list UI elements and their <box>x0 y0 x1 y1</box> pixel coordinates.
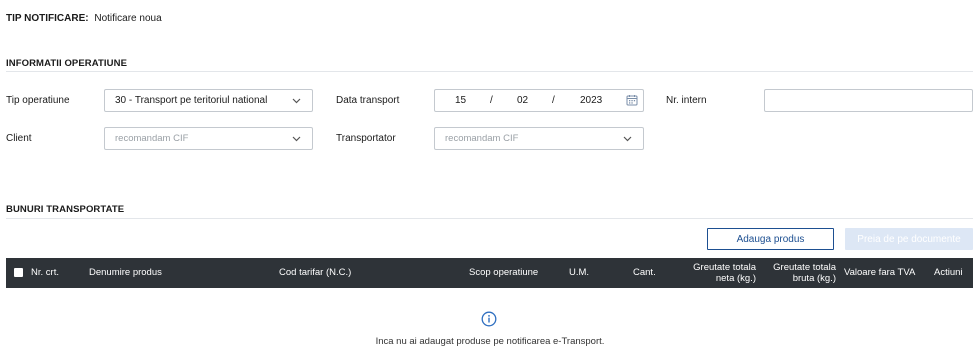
operation-type-value: 30 - Transport pe teritoriul national <box>115 95 268 106</box>
column-nr-crt[interactable]: Nr. crt. <box>31 267 59 278</box>
column-net-weight-line2: neta (kg.) <box>715 273 756 284</box>
column-quantity[interactable]: Cant. <box>633 267 656 278</box>
transport-date-input[interactable]: 15 / 02 / 2023 <box>434 89 644 112</box>
column-unit[interactable]: U.M. <box>569 267 589 278</box>
date-separator: / <box>552 95 555 106</box>
operation-type-select[interactable]: 30 - Transport pe teritoriul national <box>104 89 313 112</box>
goods-divider <box>6 218 973 219</box>
column-net-weight[interactable]: Greutate totala neta (kg.) <box>672 262 756 284</box>
add-product-button[interactable]: Adauga produs <box>707 228 834 250</box>
transport-date-label: Data transport <box>336 95 400 106</box>
chevron-down-icon <box>621 133 633 145</box>
column-tariff-code[interactable]: Cod tarifar (N.C.) <box>279 267 351 278</box>
client-placeholder: recomandam CIF <box>115 133 189 144</box>
column-actions: Actiuni <box>934 267 963 278</box>
internal-nr-label: Nr. intern <box>666 95 707 106</box>
column-gross-weight-line1: Greutate totala <box>773 262 836 273</box>
date-separator: / <box>490 95 493 106</box>
column-operation-scope[interactable]: Scop operatiune <box>469 267 538 278</box>
client-label: Client <box>6 133 32 144</box>
column-gross-weight[interactable]: Greutate totala bruta (kg.) <box>752 262 836 284</box>
column-net-weight-line1: Greutate totala <box>693 262 756 273</box>
transporter-placeholder: recomandam CIF <box>445 133 519 144</box>
chevron-down-icon <box>290 133 302 145</box>
products-table-header: Nr. crt. Denumire produs Cod tarifar (N.… <box>6 258 973 288</box>
transporter-select[interactable]: recomandam CIF <box>434 127 644 150</box>
chevron-down-icon <box>290 95 302 107</box>
import-from-documents-button[interactable]: Preia de pe documente <box>845 228 973 250</box>
date-year[interactable]: 2023 <box>580 95 602 106</box>
transporter-label: Transportator <box>336 133 396 144</box>
empty-products-message: Inca nu ai adaugat produse pe notificare… <box>375 336 605 347</box>
date-month[interactable]: 02 <box>517 95 528 106</box>
operation-info-title: INFORMATII OPERATIUNE <box>6 58 128 69</box>
column-gross-weight-line2: bruta (kg.) <box>792 273 836 284</box>
calendar-icon[interactable] <box>626 94 638 109</box>
column-value-no-vat[interactable]: Valoare fara TVA <box>844 267 915 278</box>
date-day[interactable]: 15 <box>455 95 466 106</box>
notification-type: TIP NOTIFICARE: Notificare noua <box>6 13 162 24</box>
client-select[interactable]: recomandam CIF <box>104 127 313 150</box>
select-all-checkbox[interactable] <box>14 268 23 277</box>
internal-nr-input[interactable] <box>764 89 973 112</box>
notification-type-value: Notificare noua <box>94 13 162 24</box>
column-product-name[interactable]: Denumire produs <box>89 267 162 278</box>
operation-type-label: Tip operatiune <box>6 95 70 106</box>
info-icon <box>481 311 497 330</box>
goods-title: BUNURI TRANSPORTATE <box>6 204 125 215</box>
operation-info-divider <box>6 71 973 72</box>
notification-type-label: TIP NOTIFICARE: <box>6 13 89 24</box>
